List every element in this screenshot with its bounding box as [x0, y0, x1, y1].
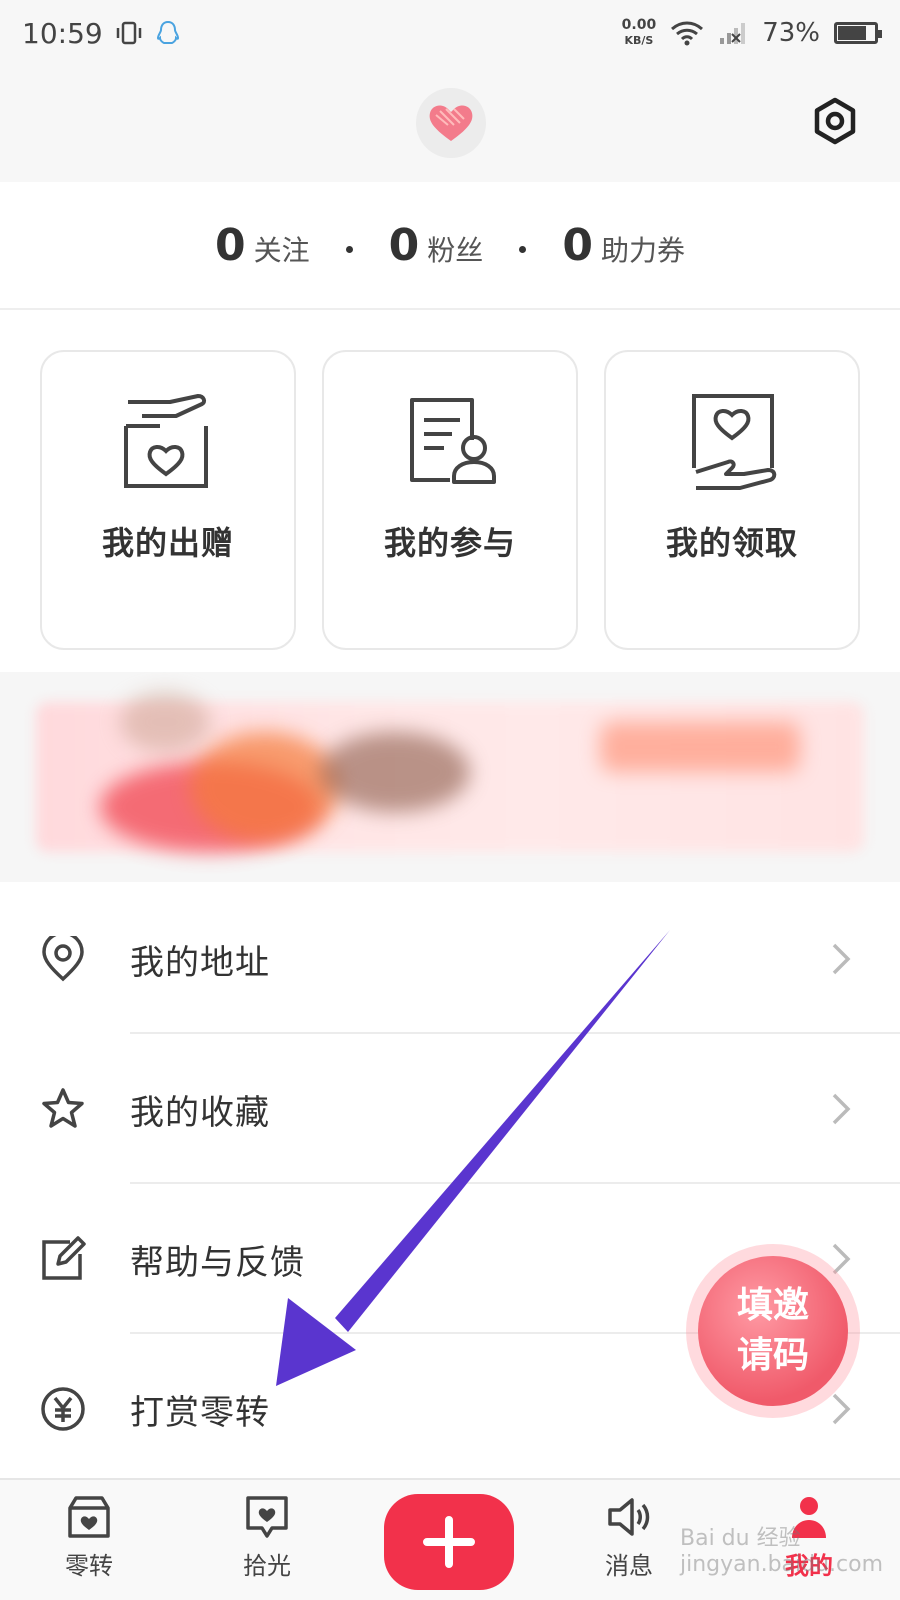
stat-following[interactable]: 0 关注: [215, 220, 310, 271]
chevron-right-icon: [832, 1093, 851, 1125]
speed-value: 0.00: [621, 17, 657, 33]
chevron-right-icon: [832, 943, 851, 975]
publish-plus-button[interactable]: [384, 1494, 514, 1590]
stats-bar: 0 关注 0 粉丝 0 助力券: [0, 182, 900, 310]
heart-frame-hand-icon: [692, 394, 777, 490]
gift-box-hand-icon: [124, 394, 208, 488]
edit-feedback-icon: [42, 1236, 86, 1280]
heart-avatar-icon: [429, 105, 473, 141]
stat-following-label: 关注: [253, 233, 310, 267]
box-heart-icon: [68, 1496, 110, 1538]
stat-fans[interactable]: 0 粉丝: [389, 220, 484, 271]
status-time: 10:59: [22, 16, 103, 50]
activity-cards: 我的出赠 我的参与 我的领取: [40, 350, 860, 650]
watermark: Bai du 经验 jingyan.baidu.com: [680, 1526, 884, 1577]
menu-item-help-feedback-label: 帮助与反馈: [130, 1242, 305, 1283]
chevron-right-icon: [832, 1393, 851, 1425]
menu-item-address-label: 我的地址: [130, 942, 270, 983]
location-pin-icon: [42, 936, 84, 982]
wifi-icon: [671, 21, 704, 46]
menu-item-favorites-label: 我的收藏: [130, 1092, 270, 1133]
stat-vouchers[interactable]: 0 助力券: [562, 220, 685, 271]
card-my-participation-label: 我的参与: [383, 524, 516, 562]
banner-decor: [320, 732, 470, 812]
menu-item-address[interactable]: 我的地址: [0, 884, 900, 1034]
invite-code-button[interactable]: 填邀 请码: [686, 1244, 860, 1418]
settings-icon[interactable]: [810, 96, 860, 146]
signal-icon: [720, 23, 746, 44]
banner-decor: [600, 722, 800, 772]
network-speed: 0.00 KB/S: [622, 17, 657, 49]
card-my-gifts-label: 我的出赠: [101, 524, 234, 562]
speaker-icon: [608, 1498, 650, 1536]
bottom-nav: 零转 拾光 消息 我的 Bai du 经验 jingyan.baidu.com: [0, 1478, 900, 1600]
stat-vouchers-count: 0: [562, 219, 593, 271]
separator-dot: [345, 245, 353, 253]
stat-fans-count: 0: [388, 219, 420, 271]
stat-following-count: 0: [215, 219, 246, 271]
banner-decor: [190, 732, 340, 842]
stat-vouchers-label: 助力券: [600, 233, 685, 267]
speed-unit: KB/S: [624, 34, 654, 47]
avatar[interactable]: [416, 88, 486, 158]
nav-item-shiguang[interactable]: 拾光: [212, 1494, 322, 1581]
invite-code-core: 填邀 请码: [698, 1256, 848, 1406]
qq-icon: [156, 20, 179, 44]
separator-dot: [519, 245, 527, 253]
nav-label-messages: 消息: [605, 1552, 653, 1580]
invite-line-1: 填邀: [736, 1285, 809, 1326]
status-bar: 10:59 0.00 KB/S 73%: [0, 0, 900, 66]
profile-header: [0, 66, 900, 182]
card-my-gifts[interactable]: 我的出赠: [40, 350, 296, 650]
chat-heart-icon: [246, 1496, 288, 1538]
battery-icon: [834, 22, 882, 44]
promo-banner[interactable]: [0, 672, 900, 882]
nav-label-lingzhuan: 零转: [65, 1552, 113, 1580]
card-my-received[interactable]: 我的领取: [604, 350, 860, 650]
document-person-icon: [410, 398, 496, 484]
yen-coin-icon: [41, 1387, 85, 1431]
menu-item-tip-label: 打赏零转: [130, 1392, 270, 1433]
vibrate-icon: [116, 21, 141, 45]
menu-item-favorites[interactable]: 我的收藏: [0, 1034, 900, 1184]
nav-item-lingzhuan[interactable]: 零转: [34, 1494, 144, 1581]
card-my-participation[interactable]: 我的参与: [322, 350, 578, 650]
nav-label-shiguang: 拾光: [243, 1552, 291, 1580]
plus-icon: [423, 1516, 475, 1568]
invite-line-2: 请码: [736, 1335, 809, 1376]
star-icon: [42, 1088, 84, 1128]
card-my-received-label: 我的领取: [665, 524, 798, 562]
battery-percent: 73%: [762, 18, 820, 48]
nav-item-messages[interactable]: 消息: [574, 1494, 684, 1581]
stat-fans-label: 粉丝: [427, 233, 484, 267]
banner-decor: [120, 692, 210, 752]
